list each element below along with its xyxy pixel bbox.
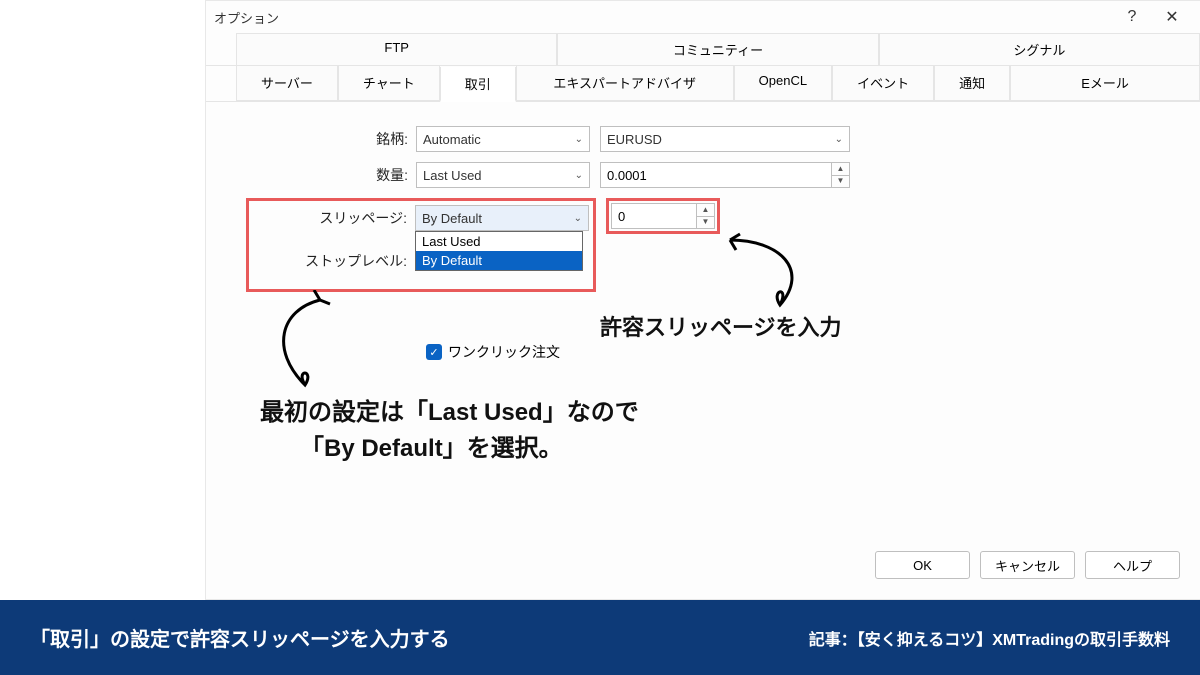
tab-chart[interactable]: チャート	[338, 66, 440, 101]
spinner-slippage[interactable]: ▲▼	[697, 203, 715, 229]
titlebar: オプション ? ✕	[206, 1, 1200, 33]
field-slippage-value[interactable]: 0	[611, 203, 697, 229]
option-by-default[interactable]: By Default	[416, 251, 582, 270]
help-button[interactable]: ヘルプ	[1085, 551, 1180, 579]
tab-opencl[interactable]: OpenCL	[734, 66, 832, 101]
footer-title: 「取引」の設定で許容スリッページを入力する	[30, 623, 809, 652]
chevron-down-icon: ⌄	[835, 134, 843, 145]
tab-trade[interactable]: 取引	[440, 67, 516, 102]
arrow-right	[720, 230, 840, 320]
row-oneclick: ✓ ワンクリック注文	[426, 342, 1160, 362]
form-area: 銘柄: Automatic ⌄ EURUSD ⌄ 数量: Last Used ⌄…	[206, 102, 1200, 386]
tab-server[interactable]: サーバー	[236, 66, 338, 101]
row-volume: 数量: Last Used ⌄ 0.0001 ▲▼	[246, 162, 1160, 188]
highlight-box-left: スリッページ: By Default ⌄ ストップレベル: Last Used …	[246, 198, 596, 292]
dropdown-slippage-options[interactable]: Last Used By Default	[415, 231, 583, 271]
field-volume-value[interactable]: 0.0001	[600, 162, 832, 188]
arrow-left	[260, 290, 350, 400]
checkbox-oneclick[interactable]: ✓	[426, 344, 442, 360]
label-symbol: 銘柄:	[246, 129, 416, 149]
close-icon[interactable]: ✕	[1152, 7, 1192, 27]
cancel-button[interactable]: キャンセル	[980, 551, 1075, 579]
ok-button[interactable]: OK	[875, 551, 970, 579]
tab-ftp[interactable]: FTP	[236, 33, 557, 65]
tabs-lower: サーバー チャート 取引 エキスパートアドバイザ OpenCL イベント 通知 …	[206, 66, 1200, 102]
tab-community[interactable]: コミュニティー	[557, 33, 878, 65]
row-symbol: 銘柄: Automatic ⌄ EURUSD ⌄	[246, 126, 1160, 152]
tab-signal[interactable]: シグナル	[879, 33, 1200, 65]
option-last-used[interactable]: Last Used	[416, 232, 582, 251]
combo-symbol-mode[interactable]: Automatic ⌄	[416, 126, 590, 152]
footer-banner: 「取引」の設定で許容スリッページを入力する 記事：【安く抑えるコツ】XMTrad…	[0, 600, 1200, 675]
chevron-down-icon: ⌄	[575, 134, 583, 145]
tab-event[interactable]: イベント	[832, 66, 934, 101]
chevron-down-icon: ⌄	[574, 213, 582, 224]
footer-article: 記事：【安く抑えるコツ】XMTradingの取引手数料	[809, 626, 1170, 650]
options-dialog: オプション ? ✕ FTP コミュニティー シグナル サーバー チャート 取引 …	[205, 0, 1200, 600]
label-slippage: スリッページ:	[253, 208, 415, 228]
label-volume: 数量:	[246, 165, 416, 185]
combo-slippage-mode[interactable]: By Default ⌄	[415, 205, 589, 231]
row-slippage: スリッページ: By Default ⌄ ストップレベル: Last Used …	[246, 198, 1160, 292]
help-icon[interactable]: ?	[1112, 8, 1152, 26]
combo-volume-mode[interactable]: Last Used ⌄	[416, 162, 590, 188]
label-oneclick: ワンクリック注文	[448, 342, 560, 362]
label-stoplevel: ストップレベル:	[253, 251, 415, 271]
dialog-buttons: OK キャンセル ヘルプ	[875, 551, 1180, 579]
tab-expert[interactable]: エキスパートアドバイザ	[516, 66, 734, 101]
chevron-down-icon: ⌄	[575, 170, 583, 181]
tab-notify[interactable]: 通知	[934, 66, 1010, 101]
highlight-box-right: 0 ▲▼	[606, 198, 720, 234]
spinner-volume[interactable]: ▲▼	[832, 162, 850, 188]
tabs-upper: FTP コミュニティー シグナル	[206, 33, 1200, 66]
tab-email[interactable]: Eメール	[1010, 66, 1200, 101]
window-title: オプション	[214, 8, 279, 27]
annotation-left: 最初の設定は「Last Used」なので 「By Default」を選択。	[260, 395, 639, 467]
combo-symbol-pair[interactable]: EURUSD ⌄	[600, 126, 850, 152]
